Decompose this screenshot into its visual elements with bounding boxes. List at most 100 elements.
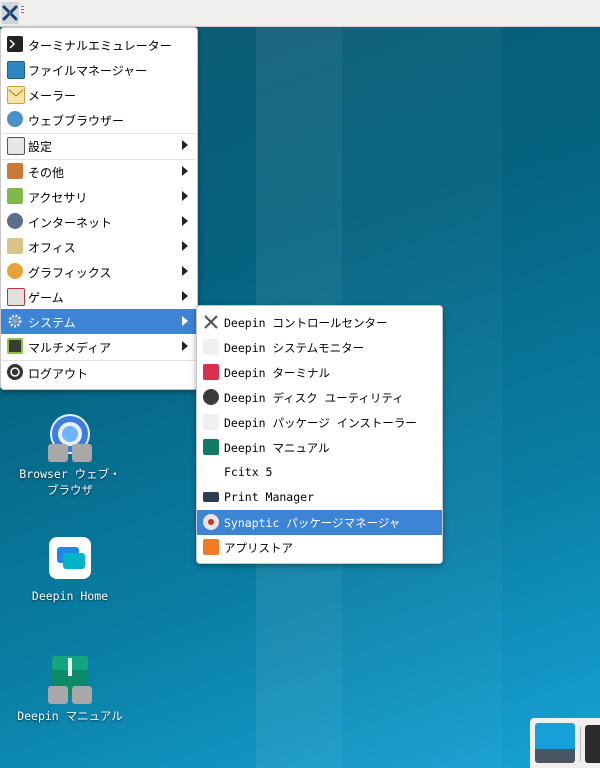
submenu-item-label: Deepin ターミナル xyxy=(224,366,330,380)
manual-icon xyxy=(203,439,219,455)
menu-item-label: メーラー xyxy=(28,89,77,103)
submenu-arrow-icon xyxy=(182,291,188,301)
shortcut-arrow-icon xyxy=(72,686,92,704)
terminal-icon xyxy=(7,36,23,52)
menu-item-logout[interactable]: ログアウト xyxy=(1,360,197,385)
deepin-home-icon xyxy=(46,534,94,582)
menu-item-system[interactable]: システム xyxy=(1,309,197,334)
menu-item-label: インターネット xyxy=(28,216,113,230)
menu-item-terminal-emulator[interactable]: ターミナルエミュレーター xyxy=(1,32,197,57)
printer-icon xyxy=(203,492,219,502)
settings-icon xyxy=(7,137,25,155)
menu-item-label: マルチメディア xyxy=(28,341,112,355)
graphics-icon xyxy=(7,263,23,279)
submenu-item-disk-utility[interactable]: Deepin ディスク ユーティリティ xyxy=(197,385,442,410)
menu-item-web-browser[interactable]: ウェブブラウザー xyxy=(1,107,197,132)
internet-icon xyxy=(7,213,23,229)
menu-item-mailer[interactable]: メーラー xyxy=(1,82,197,107)
application-menu-button[interactable] xyxy=(1,2,19,24)
desktop-icon-deepin-home[interactable]: Deepin Home xyxy=(15,534,125,604)
submenu-item-manual[interactable]: Deepin マニュアル xyxy=(197,435,442,460)
submenu-arrow-icon xyxy=(182,241,188,251)
submenu-item-app-store[interactable]: アプリストア xyxy=(197,535,442,560)
menu-item-label: ログアウト xyxy=(28,367,89,381)
synaptic-icon xyxy=(203,514,219,530)
application-menu: ターミナルエミュレーター ファイルマネージャー メーラー ウェブブラウザー 設定… xyxy=(0,27,198,390)
submenu-arrow-icon xyxy=(182,316,188,326)
dock-separator xyxy=(580,726,581,762)
submenu-arrow-icon xyxy=(182,140,188,150)
menu-item-label: ゲーム xyxy=(28,291,64,305)
submenu-item-synaptic[interactable]: Synaptic パッケージマネージャ xyxy=(197,510,442,535)
system-submenu: Deepin コントロールセンター Deepin システムモニター Deepin… xyxy=(196,305,443,564)
submenu-item-deepin-terminal[interactable]: Deepin ターミナル xyxy=(197,360,442,385)
menu-item-multimedia[interactable]: マルチメディア xyxy=(1,334,197,359)
shortcut-arrow-icon xyxy=(72,444,92,462)
workspace-preview-button[interactable] xyxy=(535,723,575,763)
logout-icon xyxy=(7,364,23,380)
deepin-manual-icon xyxy=(46,654,94,704)
xfce-logo-icon xyxy=(2,5,18,21)
submenu-arrow-icon xyxy=(182,166,188,176)
desktop-icon-label: Browser ウェブ・ブラウザ xyxy=(19,467,121,497)
submenu-arrow-icon xyxy=(182,341,188,351)
package-installer-icon xyxy=(203,414,219,430)
menu-item-label: ファイルマネージャー xyxy=(28,64,148,78)
menu-item-internet[interactable]: インターネット xyxy=(1,209,197,234)
submenu-item-print-manager[interactable]: Print Manager xyxy=(197,485,442,510)
file-manager-icon xyxy=(7,61,25,79)
web-browser-icon xyxy=(7,111,23,127)
menu-item-file-manager[interactable]: ファイルマネージャー xyxy=(1,57,197,82)
desktop-icon-deepin-manual[interactable]: Deepin マニュアル xyxy=(15,654,125,724)
top-panel xyxy=(0,0,600,27)
taskbar-dock xyxy=(530,718,600,768)
browser-icon xyxy=(46,412,94,462)
panel-handle[interactable] xyxy=(21,6,24,18)
accessories-icon xyxy=(7,188,23,204)
desktop-icon-label: Deepin Home xyxy=(31,589,109,603)
menu-item-label: システム xyxy=(28,316,76,330)
office-icon xyxy=(7,238,23,254)
submenu-item-label: Deepin パッケージ インストーラー xyxy=(224,416,417,430)
system-gear-icon xyxy=(7,313,23,329)
submenu-item-label: Print Manager xyxy=(224,490,315,504)
submenu-item-label: アプリストア xyxy=(224,541,293,555)
games-icon xyxy=(7,288,25,306)
terminal-launcher-icon[interactable] xyxy=(585,725,600,763)
multimedia-icon xyxy=(7,338,23,354)
submenu-item-package-installer[interactable]: Deepin パッケージ インストーラー xyxy=(197,410,442,435)
control-center-icon xyxy=(203,314,219,330)
submenu-arrow-icon xyxy=(182,216,188,226)
menu-item-label: ウェブブラウザー xyxy=(28,114,125,128)
system-monitor-icon xyxy=(203,339,219,355)
submenu-arrow-icon xyxy=(182,191,188,201)
menu-item-label: 設定 xyxy=(28,140,53,154)
disk-utility-icon xyxy=(203,389,219,405)
menu-item-games[interactable]: ゲーム xyxy=(1,284,197,309)
menu-item-office[interactable]: オフィス xyxy=(1,234,197,259)
menu-item-label: ターミナルエミュレーター xyxy=(28,39,172,53)
desktop-icon-label: Deepin マニュアル xyxy=(17,709,123,723)
menu-item-settings[interactable]: 設定 xyxy=(1,133,197,158)
menu-item-label: オフィス xyxy=(28,241,76,255)
lock-badge-icon xyxy=(48,686,68,704)
menu-item-label: その他 xyxy=(28,166,65,180)
menu-item-graphics[interactable]: グラフィックス xyxy=(1,259,197,284)
submenu-item-label: Deepin システムモニター xyxy=(224,341,365,355)
submenu-item-fcitx[interactable]: Fcitx 5 xyxy=(197,460,442,485)
desktop-icon-browser[interactable]: Browser ウェブ・ブラウザ xyxy=(15,412,125,498)
menu-item-accessories[interactable]: アクセサリ xyxy=(1,184,197,209)
submenu-item-system-monitor[interactable]: Deepin システムモニター xyxy=(197,335,442,360)
app-store-icon xyxy=(203,539,219,555)
submenu-item-label: Synaptic パッケージマネージャ xyxy=(224,516,401,530)
submenu-arrow-icon xyxy=(182,266,188,276)
submenu-item-control-center[interactable]: Deepin コントロールセンター xyxy=(197,310,442,335)
menu-item-label: グラフィックス xyxy=(28,266,112,280)
other-icon xyxy=(7,163,23,179)
menu-item-label: アクセサリ xyxy=(28,191,88,205)
menu-item-other[interactable]: その他 xyxy=(1,159,197,184)
mail-icon xyxy=(7,86,25,104)
submenu-item-label: Deepin コントロールセンター xyxy=(224,316,388,330)
deepin-terminal-icon xyxy=(203,364,219,380)
submenu-item-label: Deepin マニュアル xyxy=(224,441,330,455)
